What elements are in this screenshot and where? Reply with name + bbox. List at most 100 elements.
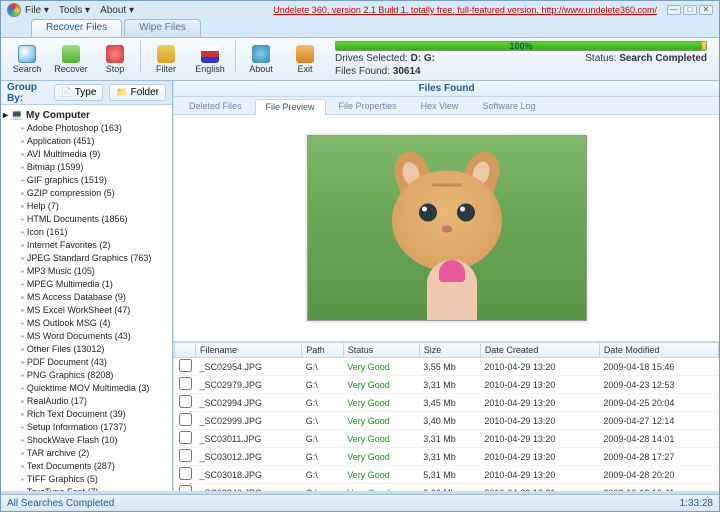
titlebar: File ▾ Tools ▾ About ▾ Undelete 360, versi… (1, 1, 719, 19)
tree-item[interactable]: RealAudio (17) (3, 395, 170, 408)
minimize-button[interactable]: — (667, 5, 681, 15)
col-header[interactable]: Path (302, 343, 343, 358)
tree-item[interactable]: PDF Document (43) (3, 356, 170, 369)
group-by-header: Group By: 📄 Type 📁 Folder (1, 81, 172, 105)
menu-about[interactable]: About ▾ (100, 5, 134, 16)
row-checkbox[interactable] (179, 485, 192, 491)
tree-item[interactable]: TAR archive (2) (3, 447, 170, 460)
menu-bar: File ▾ Tools ▾ About ▾ (25, 5, 134, 16)
col-header[interactable]: Size (419, 343, 480, 358)
table-row[interactable]: _SC02979.JPGG:\Very Good3,31 Mb2010-04-2… (175, 376, 719, 394)
tree-item[interactable]: ShockWave Flash (10) (3, 434, 170, 447)
status-info: Status: Search Completed (585, 53, 707, 64)
stop-button[interactable]: Stop (94, 40, 136, 78)
statusbar: All Searches Completed 1:33:28 (1, 494, 719, 511)
table-row[interactable]: _SC02954.JPGG:\Very Good3,55 Mb2010-04-2… (175, 358, 719, 376)
about-icon (252, 45, 270, 63)
tree-item[interactable]: Application (451) (3, 135, 170, 148)
tab-recover-files[interactable]: Recover Files (31, 19, 122, 37)
tree-item[interactable]: MS Access Database (9) (3, 291, 170, 304)
progress-area: 100% Drives Selected: D: G: Status: Sear… (327, 41, 715, 77)
file-grid[interactable]: FilenamePathStatusSizeDate CreatedDate M… (174, 341, 719, 491)
menu-tools[interactable]: Tools ▾ (59, 5, 90, 16)
col-header[interactable] (175, 343, 196, 358)
group-by-label: Group By: (7, 82, 48, 104)
main-tabs: Recover FilesWipe Files (1, 19, 719, 37)
tree-item[interactable]: Adobe Photoshop (163) (3, 122, 170, 135)
english-icon (201, 45, 219, 63)
files-found-header: Files Found (174, 81, 719, 97)
row-checkbox[interactable] (179, 467, 192, 480)
tree-item[interactable]: MS Outlook MSG (4) (3, 317, 170, 330)
tree-item[interactable]: Bitmap (1599) (3, 161, 170, 174)
about-button[interactable]: About (240, 40, 282, 78)
row-checkbox[interactable] (179, 431, 192, 444)
tree-item[interactable]: MP3 Music (105) (3, 265, 170, 278)
subtab-software-log[interactable]: Software Log (471, 98, 546, 114)
filter-button[interactable]: Filter (145, 40, 187, 78)
subtab-file-properties[interactable]: File Properties (328, 98, 408, 114)
search-button[interactable]: Search (6, 40, 48, 78)
tree-item[interactable]: Help (7) (3, 200, 170, 213)
tree-item[interactable]: AVI Multimedia (9) (3, 148, 170, 161)
search-icon (18, 45, 36, 63)
tree-item[interactable]: PNG Graphics (8208) (3, 369, 170, 382)
tree-item[interactable]: JPEG Standard Graphics (763) (3, 252, 170, 265)
tree-item[interactable]: Setup Information (1737) (3, 421, 170, 434)
table-row[interactable]: _SC02994.JPGG:\Very Good3,45 Mb2010-04-2… (175, 394, 719, 412)
tree-item[interactable]: TrueType Font (7) (3, 486, 170, 491)
row-checkbox[interactable] (179, 395, 192, 408)
table-row[interactable]: _SC03011.JPGG:\Very Good3,31 Mb2010-04-2… (175, 430, 719, 448)
exit-button[interactable]: Exit (284, 40, 326, 78)
promo-link[interactable]: Undelete 360, version 2.1 Build 1, total… (273, 5, 657, 15)
exit-icon (296, 45, 314, 63)
group-folder-button[interactable]: 📁 Folder (109, 84, 166, 101)
drives-info: Drives Selected: D: G: (335, 53, 435, 64)
table-row[interactable]: _SC03018.JPGG:\Very Good5,31 Mb2010-04-2… (175, 466, 719, 484)
group-type-button[interactable]: 📄 Type (54, 84, 104, 101)
progress-pct: 100% (509, 41, 532, 51)
menu-file[interactable]: File ▾ (25, 5, 49, 16)
tree-item[interactable]: HTML Documents (1856) (3, 213, 170, 226)
english-button[interactable]: English (189, 40, 231, 78)
maximize-button[interactable]: □ (683, 5, 697, 15)
col-header[interactable]: Date Modified (599, 343, 718, 358)
table-row[interactable]: _SC03012.JPGG:\Very Good3,31 Mb2010-04-2… (175, 448, 719, 466)
tree-item[interactable]: Other Files (13012) (3, 343, 170, 356)
tab-wipe-files[interactable]: Wipe Files (124, 19, 201, 37)
subtab-hex-view[interactable]: Hex View (410, 98, 470, 114)
tree-item[interactable]: Quicktime MOV Multimedia (3) (3, 382, 170, 395)
subtabs: Deleted FilesFile PreviewFile Properties… (174, 97, 719, 115)
tree-item[interactable]: GZIP compression (5) (3, 187, 170, 200)
table-row[interactable]: _SC02340.JPGG:\Very Good3,62 Mb2010-04-2… (175, 484, 719, 492)
col-header[interactable]: Filename (196, 343, 302, 358)
table-row[interactable]: _SC02999.JPGG:\Very Good3,40 Mb2010-04-2… (175, 412, 719, 430)
filter-icon (157, 45, 175, 63)
preview-image (307, 135, 587, 321)
tree-item[interactable]: Text Documents (287) (3, 460, 170, 473)
toolbar: SearchRecoverStopFilterEnglishAboutExit … (1, 37, 719, 81)
recover-button[interactable]: Recover (50, 40, 92, 78)
tree-item[interactable]: MPEG Multimedia (1) (3, 278, 170, 291)
file-type-tree[interactable]: ▸ 💻 My Computer Adobe Photoshop (163)App… (1, 105, 172, 491)
col-header[interactable]: Status (343, 343, 419, 358)
subtab-deleted-files[interactable]: Deleted Files (178, 98, 253, 114)
tree-item[interactable]: MS Word Documents (43) (3, 330, 170, 343)
tree-root[interactable]: ▸ 💻 My Computer (3, 109, 170, 122)
content-area: Files Found Deleted FilesFile PreviewFil… (173, 81, 719, 491)
tree-item[interactable]: GIF graphics (1519) (3, 174, 170, 187)
tree-item[interactable]: MS Excel WorkSheet (47) (3, 304, 170, 317)
row-checkbox[interactable] (179, 449, 192, 462)
status-message: All Searches Completed (7, 498, 114, 509)
row-checkbox[interactable] (179, 413, 192, 426)
row-checkbox[interactable] (179, 359, 192, 372)
row-checkbox[interactable] (179, 377, 192, 390)
close-button[interactable]: ✕ (699, 5, 713, 15)
subtab-file-preview[interactable]: File Preview (255, 99, 326, 115)
recover-icon (62, 45, 80, 63)
tree-item[interactable]: TIFF Graphics (5) (3, 473, 170, 486)
tree-item[interactable]: Rich Text Document (39) (3, 408, 170, 421)
tree-item[interactable]: Internet Favorites (2) (3, 239, 170, 252)
col-header[interactable]: Date Created (480, 343, 599, 358)
tree-item[interactable]: Icon (161) (3, 226, 170, 239)
